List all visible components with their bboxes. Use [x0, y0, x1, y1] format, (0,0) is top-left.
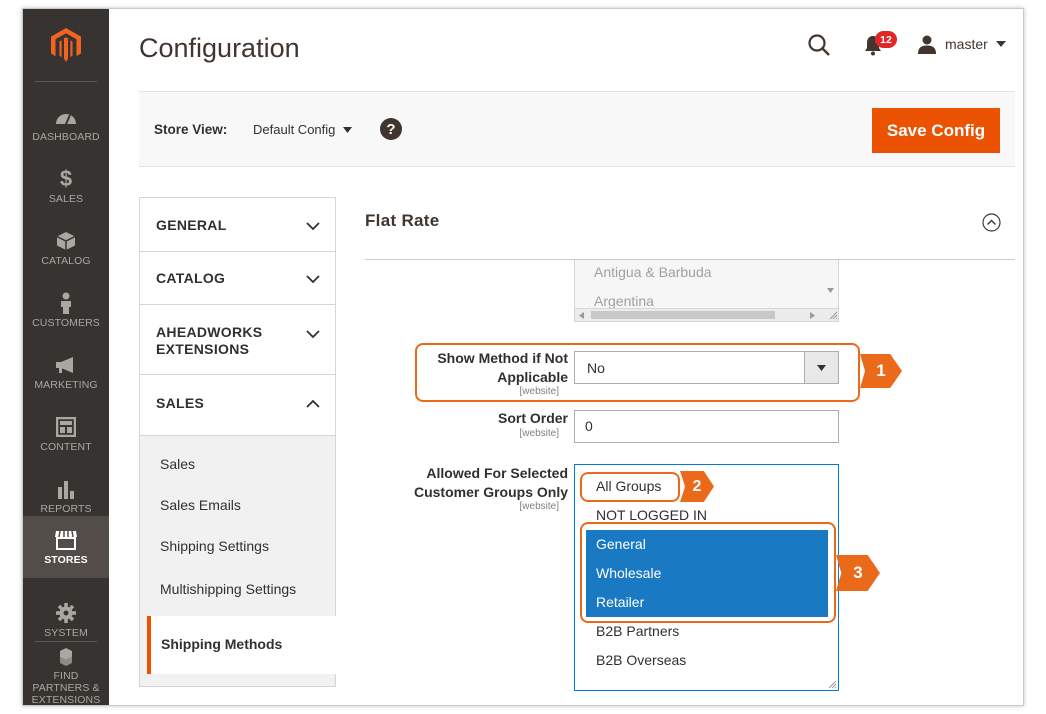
tab-general[interactable]: GENERAL — [139, 197, 336, 251]
chevron-down-icon — [306, 275, 320, 284]
chevron-down-icon — [306, 330, 320, 339]
tab-catalog[interactable]: CATALOG — [139, 251, 336, 304]
groups-label-group: Allowed For Selected Customer Groups Onl… — [23, 464, 568, 524]
store-view-value: Default Config — [253, 122, 336, 137]
gear-icon — [54, 602, 78, 624]
dashboard-gauge-icon — [54, 106, 78, 128]
caret-down-icon — [343, 126, 353, 133]
cube-icon — [54, 230, 78, 252]
storefront-icon — [54, 529, 78, 551]
store-view-switcher[interactable]: Default Config — [253, 122, 353, 137]
magento-logo[interactable] — [23, 9, 109, 81]
user-menu[interactable]: master — [917, 33, 1006, 55]
section-title[interactable]: Flat Rate — [365, 211, 440, 231]
sort-order-input[interactable]: 0 — [574, 410, 839, 443]
scope-label: [website] — [519, 428, 559, 439]
boxes-icon — [54, 646, 78, 667]
scroll-right-arrow-icon[interactable] — [810, 312, 815, 319]
nav-divider — [35, 81, 97, 82]
dollar-icon: $ — [59, 165, 73, 191]
nav-label: CATALOG — [41, 254, 91, 267]
user-name: master — [945, 36, 988, 52]
notifications-badge: 12 — [875, 31, 897, 48]
sort-order-label: Sort Order — [497, 410, 568, 426]
nav-label: STORES — [44, 553, 88, 566]
admin-window: DASHBOARD $ SALES CATALOG CUSTOMERS MARK… — [22, 8, 1024, 706]
search-icon[interactable] — [807, 33, 831, 57]
collapse-circle-icon[interactable] — [982, 213, 1001, 232]
callout-highlight-3 — [580, 522, 836, 623]
callout-marker-3: 3 — [836, 555, 880, 591]
nav-label: FIND PARTNERS & EXTENSIONS — [31, 670, 101, 706]
nav-label: DASHBOARD — [32, 130, 100, 143]
groups-label: Allowed For Selected Customer Groups Onl… — [413, 465, 568, 500]
nav-item-catalog[interactable]: CATALOG — [23, 217, 109, 279]
scroll-down-arrow-icon[interactable] — [827, 288, 834, 293]
store-view-label: Store View: — [154, 122, 228, 137]
person-icon — [54, 292, 78, 314]
callout-highlight-1 — [415, 343, 860, 402]
callout-marker-1: 1 — [860, 354, 902, 388]
store-view-bar: Store View: Default Config ? Save Config — [139, 91, 1015, 167]
callout-highlight-2 — [580, 472, 680, 502]
scope-label: [website] — [519, 501, 559, 512]
country-multiselect[interactable]: Antigua & Barbuda Argentina — [574, 260, 839, 322]
help-icon[interactable]: ? — [380, 118, 402, 140]
nav-item-customers[interactable]: CUSTOMERS — [23, 279, 109, 341]
country-option[interactable]: Antigua & Barbuda — [594, 264, 712, 280]
nav-divider — [35, 641, 97, 642]
nav-item-find-partners[interactable]: FIND PARTNERS & EXTENSIONS — [23, 646, 109, 706]
sort-order-label-group: Sort Order [website] — [23, 409, 568, 449]
subtab-shipping-methods[interactable]: Shipping Methods — [147, 616, 337, 674]
chevron-down-icon — [306, 222, 320, 231]
nav-label: CUSTOMERS — [32, 316, 100, 329]
nav-label: SALES — [48, 192, 84, 205]
resize-handle-icon[interactable] — [828, 310, 838, 320]
scroll-left-arrow-icon[interactable] — [579, 312, 584, 319]
tab-label: CATALOG — [156, 270, 226, 286]
subtab-multishipping-settings[interactable]: Multishipping Settings — [160, 581, 296, 597]
scrollbar-thumb[interactable] — [591, 311, 775, 319]
nav-label: SYSTEM — [44, 626, 88, 639]
nav-item-stores[interactable]: STORES — [23, 516, 109, 578]
save-config-button[interactable]: Save Config — [872, 108, 1000, 153]
country-option[interactable]: Argentina — [594, 293, 654, 309]
tab-label: GENERAL — [156, 217, 227, 233]
nav-item-sales[interactable]: $ SALES — [23, 155, 109, 217]
group-option-b2b-overseas[interactable]: B2B Overseas — [586, 646, 828, 675]
horizontal-scrollbar[interactable] — [575, 308, 838, 321]
subtab-shipping-settings[interactable]: Shipping Settings — [160, 538, 269, 554]
user-icon — [918, 35, 936, 54]
subtab-label: Shipping Methods — [161, 636, 283, 652]
caret-down-icon — [995, 41, 1006, 47]
resize-handle-icon[interactable] — [827, 679, 837, 689]
nav-item-dashboard[interactable]: DASHBOARD — [23, 93, 109, 155]
page-title: Configuration — [139, 33, 300, 63]
